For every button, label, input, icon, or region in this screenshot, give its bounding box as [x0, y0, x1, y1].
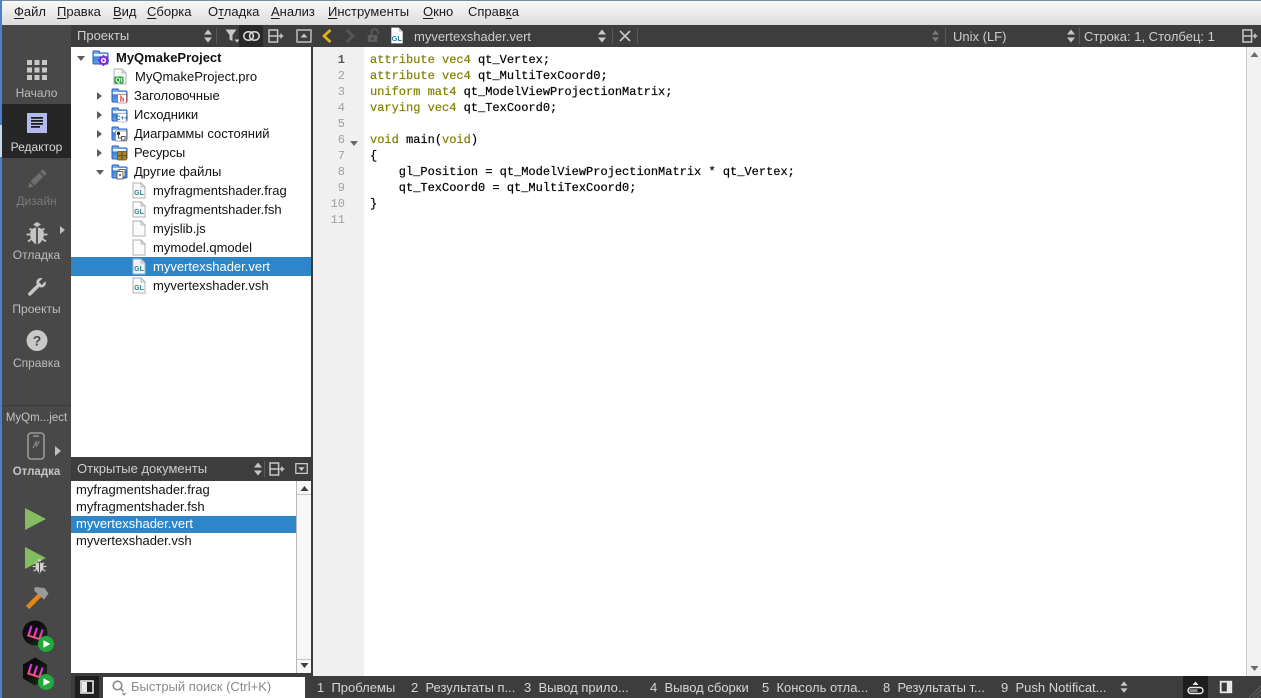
svg-text:GL: GL: [134, 209, 144, 216]
svg-text:C++: C++: [116, 115, 128, 122]
svg-text:GL: GL: [134, 266, 144, 273]
svg-text:h: h: [120, 95, 125, 104]
svg-text:Qt: Qt: [115, 77, 123, 84]
svg-text:GL: GL: [392, 34, 403, 43]
svg-text:GL: GL: [134, 285, 144, 292]
svg-text:?: ?: [32, 333, 41, 349]
svg-text:GL: GL: [134, 190, 144, 197]
